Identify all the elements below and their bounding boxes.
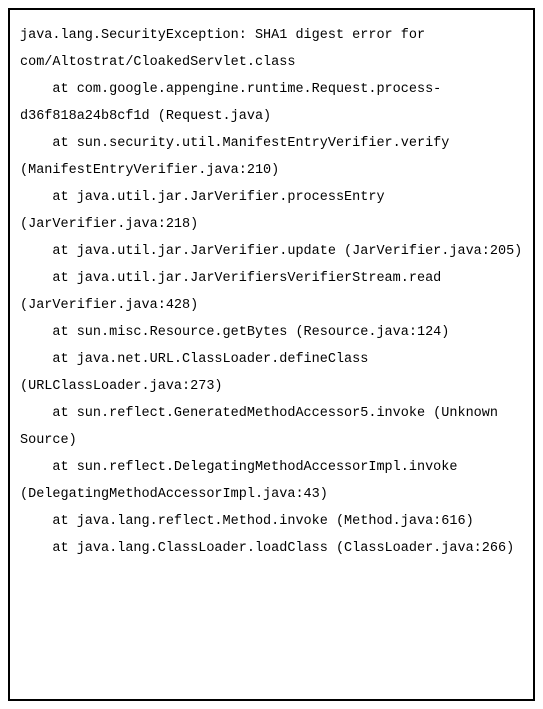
stack-frame: at java.lang.ClassLoader.loadClass (Clas… xyxy=(20,535,523,562)
stack-frame: at java.util.jar.JarVerifier.processEntr… xyxy=(20,184,523,238)
stack-frame: at java.util.jar.JarVerifier.update (Jar… xyxy=(20,238,523,265)
stack-frame: at sun.misc.Resource.getBytes (Resource.… xyxy=(20,319,523,346)
stack-frame: at sun.reflect.GeneratedMethodAccessor5.… xyxy=(20,400,523,454)
stack-frame: at java.util.jar.JarVerifiersVerifierStr… xyxy=(20,265,523,319)
stack-trace-container: java.lang.SecurityException: SHA1 digest… xyxy=(8,8,535,701)
stack-frame: at java.net.URL.ClassLoader.defineClass … xyxy=(20,346,523,400)
stack-frame: at java.lang.reflect.Method.invoke (Meth… xyxy=(20,508,523,535)
stack-frame: at sun.reflect.DelegatingMethodAccessorI… xyxy=(20,454,523,508)
stack-frame: at sun.security.util.ManifestEntryVerifi… xyxy=(20,130,523,184)
exception-message: java.lang.SecurityException: SHA1 digest… xyxy=(20,22,523,76)
stack-frame: at com.google.appengine.runtime.Request.… xyxy=(20,76,523,130)
